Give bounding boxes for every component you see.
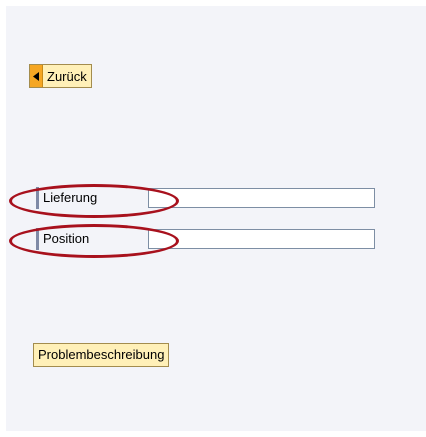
lieferung-row: Lieferung [36,185,375,211]
form-panel: Zurück Lieferung Position Problembeschre… [6,6,426,431]
problembeschreibung-button[interactable]: Problembeschreibung [33,343,170,367]
back-button-label: Zurück [47,68,87,84]
back-button[interactable]: Zurück [29,64,92,88]
lieferung-input[interactable] [148,188,375,208]
triangle-left-icon [30,65,43,87]
position-row: Position [36,226,375,252]
position-input[interactable] [148,229,375,249]
lieferung-label: Lieferung [39,187,148,209]
position-label: Position [39,228,148,250]
